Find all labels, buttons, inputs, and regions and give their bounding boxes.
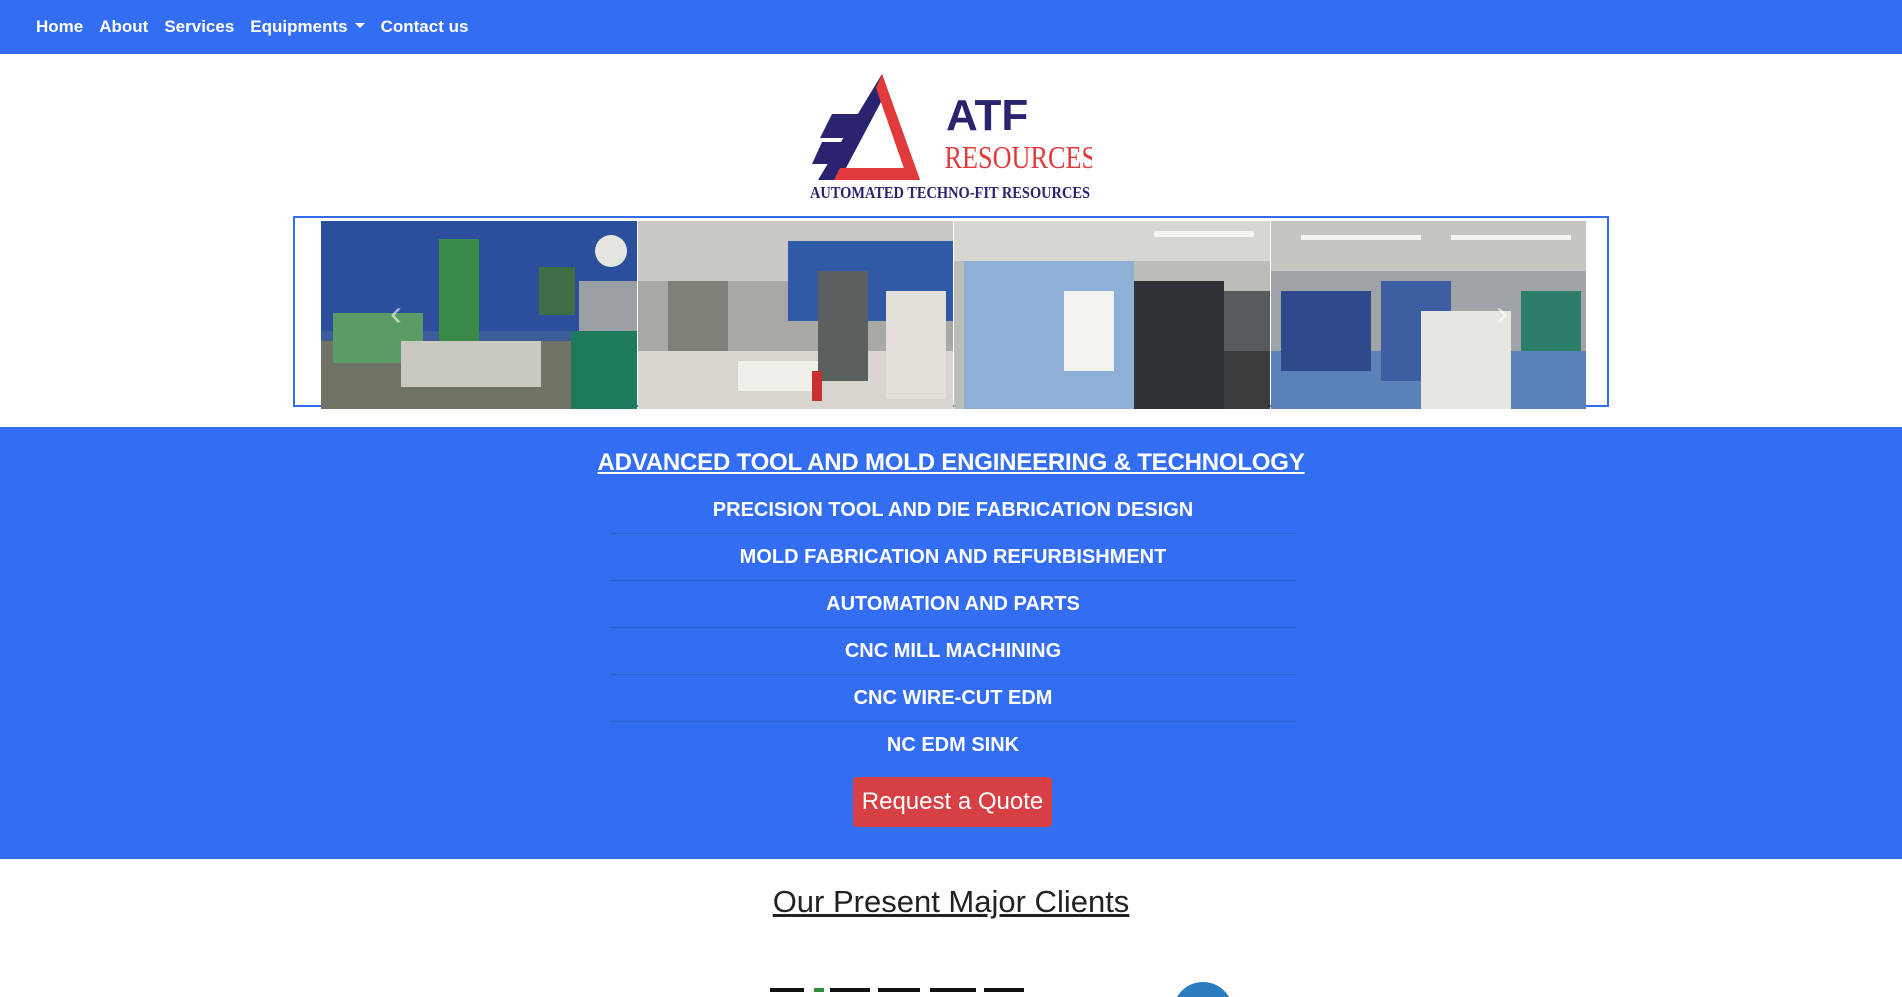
service-item: PRECISION TOOL AND DIE FABRICATION DESIG… bbox=[610, 487, 1296, 534]
client-logo-2-graphic bbox=[1177, 982, 1229, 997]
client-logo-1 bbox=[770, 978, 1030, 997]
clients-heading: Our Present Major Clients bbox=[772, 884, 1130, 919]
logo-text-atf: ATF bbox=[946, 91, 1028, 140]
logo-tagline: AUTOMATED TECHNO-FIT RESOURCES bbox=[810, 183, 1090, 202]
client-logo-1-graphic bbox=[770, 988, 1024, 992]
nav-services-link[interactable]: Services bbox=[156, 17, 242, 36]
equipment-carousel: ‹ › bbox=[293, 216, 1609, 409]
service-item: AUTOMATION AND PARTS bbox=[610, 581, 1296, 628]
carousel-slide-4 bbox=[1270, 221, 1586, 409]
nav-home-link[interactable]: Home bbox=[28, 17, 91, 36]
client-logo-2 bbox=[1168, 980, 1238, 997]
caret-down-icon bbox=[354, 23, 365, 29]
services-list: PRECISION TOOL AND DIE FABRICATION DESIG… bbox=[610, 487, 1296, 768]
nav-about-link[interactable]: About bbox=[91, 17, 156, 36]
service-item: CNC WIRE-CUT EDM bbox=[610, 675, 1296, 722]
logo-triangle-red-base bbox=[834, 168, 920, 180]
machine-photo-2 bbox=[637, 221, 953, 409]
request-quote-button[interactable]: Request a Quote bbox=[853, 777, 1052, 827]
machine-photo-4 bbox=[1270, 221, 1586, 409]
chevron-right-icon: › bbox=[1496, 292, 1508, 333]
carousel-slides bbox=[321, 221, 1587, 409]
logo-text-resources: RESOURCES bbox=[944, 141, 1092, 176]
services-title: ADVANCED TOOL AND MOLD ENGINEERING & TEC… bbox=[597, 449, 1305, 476]
carousel-next-button[interactable]: › bbox=[1487, 292, 1517, 333]
machine-photo-1 bbox=[321, 221, 637, 409]
carousel-prev-button[interactable]: ‹ bbox=[381, 292, 411, 333]
carousel-slide-1 bbox=[321, 221, 637, 409]
chevron-left-icon: ‹ bbox=[390, 292, 402, 333]
service-item: MOLD FABRICATION AND REFURBISHMENT bbox=[610, 534, 1296, 581]
service-item: CNC MILL MACHINING bbox=[610, 628, 1296, 675]
services-section: ADVANCED TOOL AND MOLD ENGINEERING & TEC… bbox=[0, 427, 1902, 859]
company-logo[interactable]: ATF RESOURCES AUTOMATED TECHNO-FIT RESOU… bbox=[810, 68, 1096, 203]
atf-logo-graphic: ATF RESOURCES AUTOMATED TECHNO-FIT RESOU… bbox=[810, 74, 1096, 202]
carousel-slide-2 bbox=[637, 221, 953, 409]
service-item: NC EDM SINK bbox=[886, 733, 1020, 756]
nav-contact-link[interactable]: Contact us bbox=[373, 17, 477, 36]
nav-menu: Home About Services Equipments Contact u… bbox=[28, 0, 476, 54]
carousel-slide-3 bbox=[954, 221, 1270, 409]
top-navbar: Home About Services Equipments Contact u… bbox=[0, 0, 1902, 54]
nav-equipments-dropdown[interactable]: Equipments bbox=[242, 17, 372, 36]
nav-equipments-label: Equipments bbox=[250, 17, 348, 36]
machine-photo-3 bbox=[954, 221, 1270, 409]
